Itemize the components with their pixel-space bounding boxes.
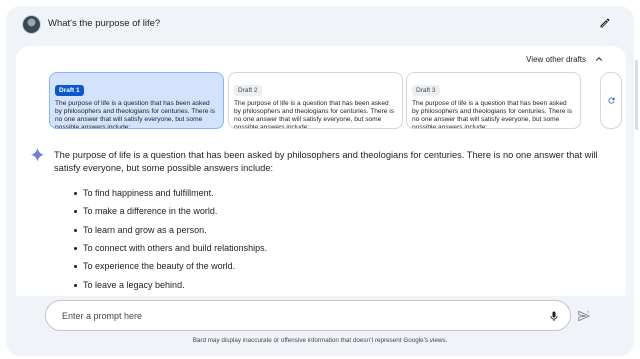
list-item-text: To learn and grow as a person. xyxy=(83,224,207,235)
drafts-row: Draft 1 The purpose of life is a questio… xyxy=(49,72,622,130)
view-drafts-toggle[interactable]: View other drafts xyxy=(526,54,604,64)
list-item-text: To find happiness and fulfillment. xyxy=(83,188,214,198)
response-card: View other drafts Draft 1 The purpose of… xyxy=(16,46,626,296)
regenerate-drafts-button[interactable] xyxy=(600,72,622,129)
prompt-input[interactable] xyxy=(62,308,532,324)
sparkle-icon xyxy=(30,147,45,162)
list-item-text: To connect with others and build relatio… xyxy=(83,242,268,253)
draft-badge: Draft 3 xyxy=(412,85,440,96)
chevron-up-icon xyxy=(596,57,602,61)
scrollbar-thumb[interactable] xyxy=(635,60,638,130)
list-item-text: To experience the beauty of the world. xyxy=(83,261,236,272)
draft-card-2[interactable]: Draft 2 The purpose of life is a questio… xyxy=(228,72,403,129)
bullet-dot xyxy=(74,228,77,232)
bullet-dot xyxy=(74,210,77,214)
prompt-input-container[interactable] xyxy=(45,300,571,331)
draft-card-3[interactable]: Draft 3 The purpose of life is a questio… xyxy=(406,72,581,129)
bullet-dot xyxy=(74,283,77,287)
microphone-icon[interactable] xyxy=(548,310,560,323)
draft-preview-text: The purpose of life is a question that h… xyxy=(234,100,395,129)
draft-preview-text: The purpose of life is a question that h… xyxy=(55,100,216,129)
draft-badge: Draft 1 xyxy=(55,85,84,96)
draft-badge: Draft 2 xyxy=(234,85,262,96)
list-item-text: To leave a legacy behind. xyxy=(83,279,185,290)
chat-frame: What's the purpose of life? View other d… xyxy=(6,6,634,356)
send-icon[interactable] xyxy=(577,309,591,323)
bullet-dot xyxy=(74,265,77,269)
refresh-icon xyxy=(607,97,614,104)
user-query-text: What's the purpose of life? xyxy=(48,18,161,29)
pencil-icon[interactable] xyxy=(599,17,611,29)
bullet-dot xyxy=(74,192,77,195)
draft-preview-text: The purpose of life is a question that h… xyxy=(412,100,573,129)
user-query-row: What's the purpose of life? xyxy=(6,6,634,42)
view-drafts-label: View other drafts xyxy=(526,54,586,64)
disclaimer-text: Bard may display inaccurate or offensive… xyxy=(192,337,448,344)
user-avatar xyxy=(22,15,41,34)
response-intro: The purpose of life is a question that h… xyxy=(54,150,598,173)
bullet-dot xyxy=(74,246,77,250)
list-item-text: To make a difference in the world. xyxy=(83,206,218,217)
draft-card-1[interactable]: Draft 1 The purpose of life is a questio… xyxy=(49,72,224,129)
